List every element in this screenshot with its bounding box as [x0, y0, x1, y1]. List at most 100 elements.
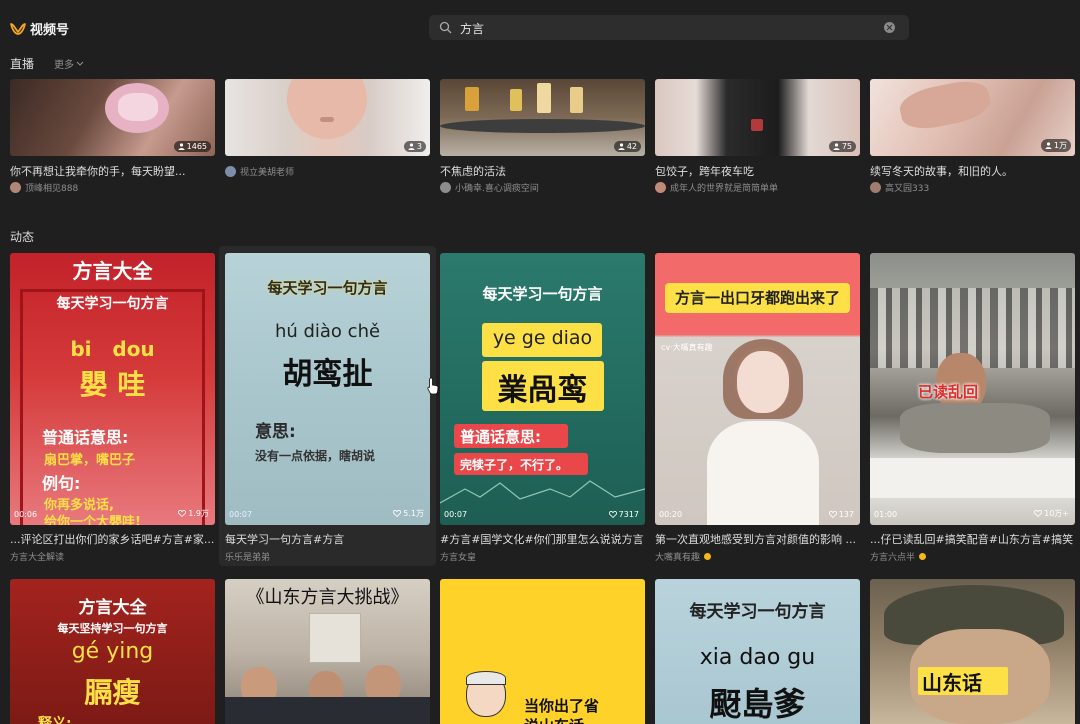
overlay-chars: 業咼鸾 — [497, 373, 588, 408]
video-duration: 00:20 — [659, 510, 683, 519]
video-duration: 00:07 — [229, 510, 253, 519]
hand-cursor-icon — [427, 377, 439, 395]
overlay-pinyin: bi dou — [70, 337, 155, 361]
person-icon — [833, 143, 840, 150]
overlay-line1: 每天学习一句方言 — [267, 279, 388, 297]
table-shape — [870, 458, 1075, 498]
like-count: 137 — [828, 510, 854, 519]
verified-badge-icon — [919, 553, 927, 560]
overlay-example-label: 例句: — [42, 474, 81, 493]
video-title[interactable]: #方言#国学文化#你们那里怎么说说方言 — [440, 531, 645, 547]
gift-shape — [751, 119, 763, 131]
live-card-title[interactable]: 续写冬天的故事，和旧的人。 — [870, 163, 1075, 179]
more-dropdown[interactable]: 更多 — [54, 56, 84, 71]
cap-shape — [466, 671, 506, 685]
overlay-pinyin: ye ge diao — [492, 327, 593, 349]
face-front — [737, 351, 789, 413]
app-title: 视频号 — [30, 23, 70, 38]
candle-shape — [570, 87, 583, 113]
tray-shape — [440, 119, 645, 133]
overlay-chars: 膈瘦 — [84, 676, 141, 709]
heart-icon — [1034, 510, 1043, 517]
verified-badge-icon — [704, 553, 712, 560]
overlay-meaning: 没有一点依据，瞎胡说 — [255, 449, 376, 463]
chevron-down-icon — [76, 61, 84, 66]
overlay-line1: 每天学习一句方言 — [689, 602, 826, 622]
overlay-caption: 已读乱回 — [917, 383, 978, 401]
overlay-pinyin: xia dao gu — [699, 645, 816, 670]
video-thumbnail: 每天学习一句方言 ye ge diao 業咼鸾 普通话意思: 完犊子了，不行了。… — [440, 253, 645, 525]
overlay-meaning-label: 普通话意思: — [42, 428, 129, 447]
overlay-caption: 山东话 — [922, 671, 982, 695]
door-shape — [309, 613, 361, 663]
live-card-author[interactable]: 高又园333 — [870, 181, 929, 194]
avatar — [870, 182, 881, 193]
mountain-decoration — [440, 480, 645, 504]
video-thumbnail: 《山东方言大挑战》 — [225, 579, 430, 724]
search-icon — [439, 21, 452, 34]
viewer-count-badge: 3 — [403, 141, 426, 152]
live-card-author[interactable]: 顶峰相见888 — [10, 181, 78, 194]
live-thumbnail: 3 — [225, 79, 430, 156]
video-title[interactable]: 第一次直观地感受到方言对颜值的影响 ... — [655, 531, 860, 547]
live-thumbnail: 1万 — [870, 79, 1075, 156]
video-duration: 00:06 — [14, 510, 38, 519]
app-logo[interactable]: 视频号 — [10, 19, 69, 38]
body-shape — [707, 421, 819, 525]
overlay-text-2: 说山东话 — [524, 715, 584, 724]
avatar — [655, 182, 666, 193]
live-thumbnail: 75 — [655, 79, 860, 156]
sticker-face — [118, 93, 158, 121]
live-card-author[interactable]: 视立美胡老师 — [225, 165, 294, 178]
overlay-text-1: 当你出了省 — [524, 697, 600, 715]
top-bar: 视频号 方言 — [0, 0, 1080, 56]
candle-shape — [537, 83, 551, 113]
overlay-meaning-label: 意思: — [255, 422, 296, 442]
live-section-title: 直播 — [10, 57, 35, 71]
overlay-pinyin: gé ying — [71, 639, 154, 664]
heart-icon — [178, 510, 187, 517]
viewer-count-badge: 75 — [828, 141, 856, 152]
video-author[interactable]: 大嘴真有趣 — [655, 550, 712, 563]
video-thumbnail: 当你出了省 说山东话 — [440, 579, 645, 724]
like-count: 1.9万 — [178, 508, 209, 519]
video-thumbnail: 山东话 — [870, 579, 1075, 724]
overlay-pinyin: hú diào chě — [274, 321, 381, 342]
video-author[interactable]: 方言六点半 — [870, 550, 927, 563]
live-card-author[interactable]: 小确幸.喜心调痰空间 — [440, 181, 539, 194]
live-card-title[interactable]: 你不再想让我牵你的手，每天盼望... — [10, 163, 215, 179]
overlay-top: 《山东方言大挑战》 — [246, 587, 409, 608]
person-icon — [1045, 142, 1052, 149]
video-title[interactable]: 每天学习一句方言#方言 — [225, 531, 430, 547]
heart-icon — [608, 511, 617, 518]
video-thumbnail: 每天学习一句方言 hú diào chě 胡鸾扯 意思: 没有一点依据，瞎胡说 … — [225, 253, 430, 525]
video-author[interactable]: 方言大全解读 — [10, 550, 64, 563]
live-card-author[interactable]: 成年人的世界就是简简单单 — [655, 181, 778, 194]
live-thumbnail: 1465 — [10, 79, 215, 156]
video-author[interactable]: 方言女皇 — [440, 550, 476, 563]
search-input[interactable]: 方言 — [460, 20, 484, 37]
video-author[interactable]: 乐乐是弟弟 — [225, 550, 270, 563]
search-bar[interactable]: 方言 — [429, 15, 909, 40]
overlay-top: 方言大全 — [72, 259, 153, 283]
video-thumbnail: 方言大全 每天学习一句方言 bi dou 嬰 哇 普通话意思: 扇巴掌，嘴巴子 … — [10, 253, 215, 525]
avatar — [10, 182, 21, 193]
video-duration: 00:07 — [444, 510, 468, 519]
overlay-line1: 每天学习一句方言 — [482, 285, 603, 303]
avatar — [225, 166, 236, 177]
face-shape — [287, 79, 367, 139]
person-icon — [618, 143, 625, 150]
overlay-line1: 每天坚持学习一句方言 — [57, 622, 168, 635]
viewer-count-badge: 1465 — [173, 141, 211, 152]
clothes-shape — [225, 697, 430, 724]
like-count: 10万+ — [1034, 508, 1069, 519]
body-shape — [900, 403, 1050, 453]
clear-search-icon[interactable] — [884, 22, 895, 33]
live-card-title[interactable]: 包饺子，跨年夜车吃 — [655, 163, 860, 179]
arm-shape — [896, 79, 994, 134]
avatar — [440, 182, 451, 193]
video-title[interactable]: ...评论区打出你们的家乡话吧#方言#家... — [10, 531, 215, 547]
live-card-title[interactable]: 不焦虑的活法 — [440, 163, 645, 179]
video-title[interactable]: ...仔已读乱回#搞笑配音#山东方言#搞笑 — [870, 531, 1075, 547]
video-duration: 01:00 — [874, 510, 898, 519]
